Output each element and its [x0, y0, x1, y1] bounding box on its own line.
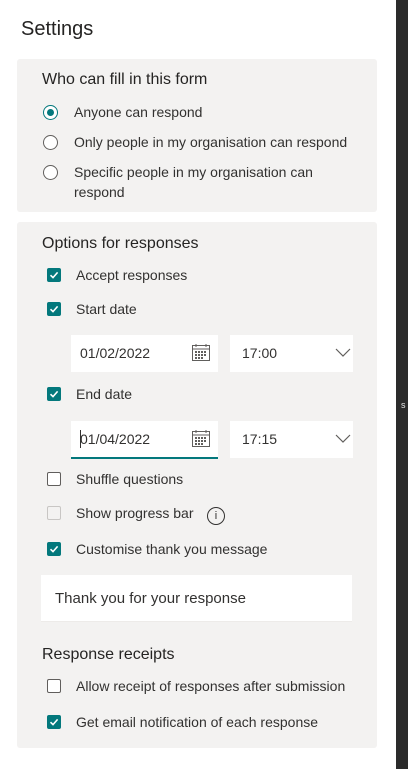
checkbox[interactable] — [47, 679, 61, 693]
info-icon[interactable]: i — [207, 507, 225, 525]
chevron-down-icon — [335, 348, 351, 357]
end-date-label: End date — [76, 386, 133, 402]
show-progress-bar-option: Show progress bar — [47, 503, 194, 523]
background-edge — [396, 0, 408, 769]
start-date-field[interactable]: 01/02/2022 — [71, 335, 218, 372]
check-icon — [49, 271, 59, 279]
text-caret — [80, 430, 81, 448]
check-icon — [49, 545, 59, 553]
allow-receipt-label: Allow receipt of responses after submiss… — [76, 678, 346, 694]
checkbox[interactable] — [47, 472, 61, 486]
radio-specific-people[interactable]: Specific people in my organisation can r… — [43, 162, 313, 202]
chevron-down-icon — [335, 434, 351, 443]
settings-panel: Settings Who can fill in this form Anyon… — [0, 0, 396, 769]
page-title: Settings — [21, 18, 94, 40]
start-date-option[interactable]: Start date — [47, 299, 137, 319]
accept-responses-option[interactable]: Accept responses — [47, 265, 187, 285]
end-time-value: 17:15 — [242, 431, 278, 447]
radio-label: Specific people in my organisation can r… — [74, 162, 313, 202]
checkbox[interactable] — [47, 387, 61, 401]
edge-text: s — [401, 400, 406, 410]
start-date-value: 01/02/2022 — [80, 345, 151, 361]
radio-label-line1: Specific people in my organisation can — [74, 164, 313, 180]
accept-responses-label: Accept responses — [76, 267, 188, 283]
allow-receipt-option[interactable]: Allow receipt of responses after submiss… — [47, 676, 345, 696]
thank-you-message-value: Thank you for your response — [55, 590, 246, 607]
checkbox[interactable] — [47, 268, 61, 282]
radio-label-line2: respond — [74, 184, 125, 200]
email-notification-label: Get email notification of each response — [76, 714, 319, 730]
check-icon — [49, 390, 59, 398]
radio-label: Only people in my organisation can respo… — [74, 134, 348, 150]
shuffle-questions-option[interactable]: Shuffle questions — [47, 469, 183, 489]
email-notification-option[interactable]: Get email notification of each response — [47, 712, 318, 732]
radio-anyone[interactable]: Anyone can respond — [43, 102, 202, 122]
shuffle-questions-label: Shuffle questions — [76, 471, 184, 487]
end-date-option[interactable]: End date — [47, 384, 132, 404]
show-progress-bar-label: Show progress bar — [76, 505, 194, 521]
start-date-label: Start date — [76, 301, 137, 317]
end-date-value: 01/04/2022 — [80, 431, 151, 447]
options-card: Options for responses Accept responses S… — [17, 222, 377, 748]
radio-button[interactable] — [43, 105, 58, 120]
end-date-field[interactable]: 01/04/2022 — [71, 421, 218, 459]
checkbox[interactable] — [47, 715, 61, 729]
customise-thank-you-label: Customise thank you message — [76, 541, 268, 557]
end-time-dropdown[interactable]: 17:15 — [230, 421, 353, 458]
checkbox[interactable] — [47, 302, 61, 316]
check-icon — [49, 718, 59, 726]
check-icon — [49, 305, 59, 313]
radio-button[interactable] — [43, 135, 58, 150]
options-heading: Options for responses — [42, 235, 199, 252]
checkbox[interactable] — [47, 542, 61, 556]
radio-label: Anyone can respond — [74, 104, 203, 120]
radio-button[interactable] — [43, 165, 58, 180]
start-time-dropdown[interactable]: 17:00 — [230, 335, 353, 372]
calendar-icon[interactable] — [192, 344, 210, 361]
checkbox — [47, 506, 61, 520]
thank-you-message-input[interactable]: Thank you for your response — [41, 575, 352, 622]
who-can-fill-card: Who can fill in this form Anyone can res… — [17, 59, 377, 212]
start-time-value: 17:00 — [242, 345, 278, 361]
calendar-icon[interactable] — [192, 430, 210, 447]
response-receipts-heading: Response receipts — [42, 646, 175, 663]
who-heading: Who can fill in this form — [42, 71, 208, 88]
radio-organisation[interactable]: Only people in my organisation can respo… — [43, 132, 347, 152]
customise-thank-you-option[interactable]: Customise thank you message — [47, 539, 267, 559]
